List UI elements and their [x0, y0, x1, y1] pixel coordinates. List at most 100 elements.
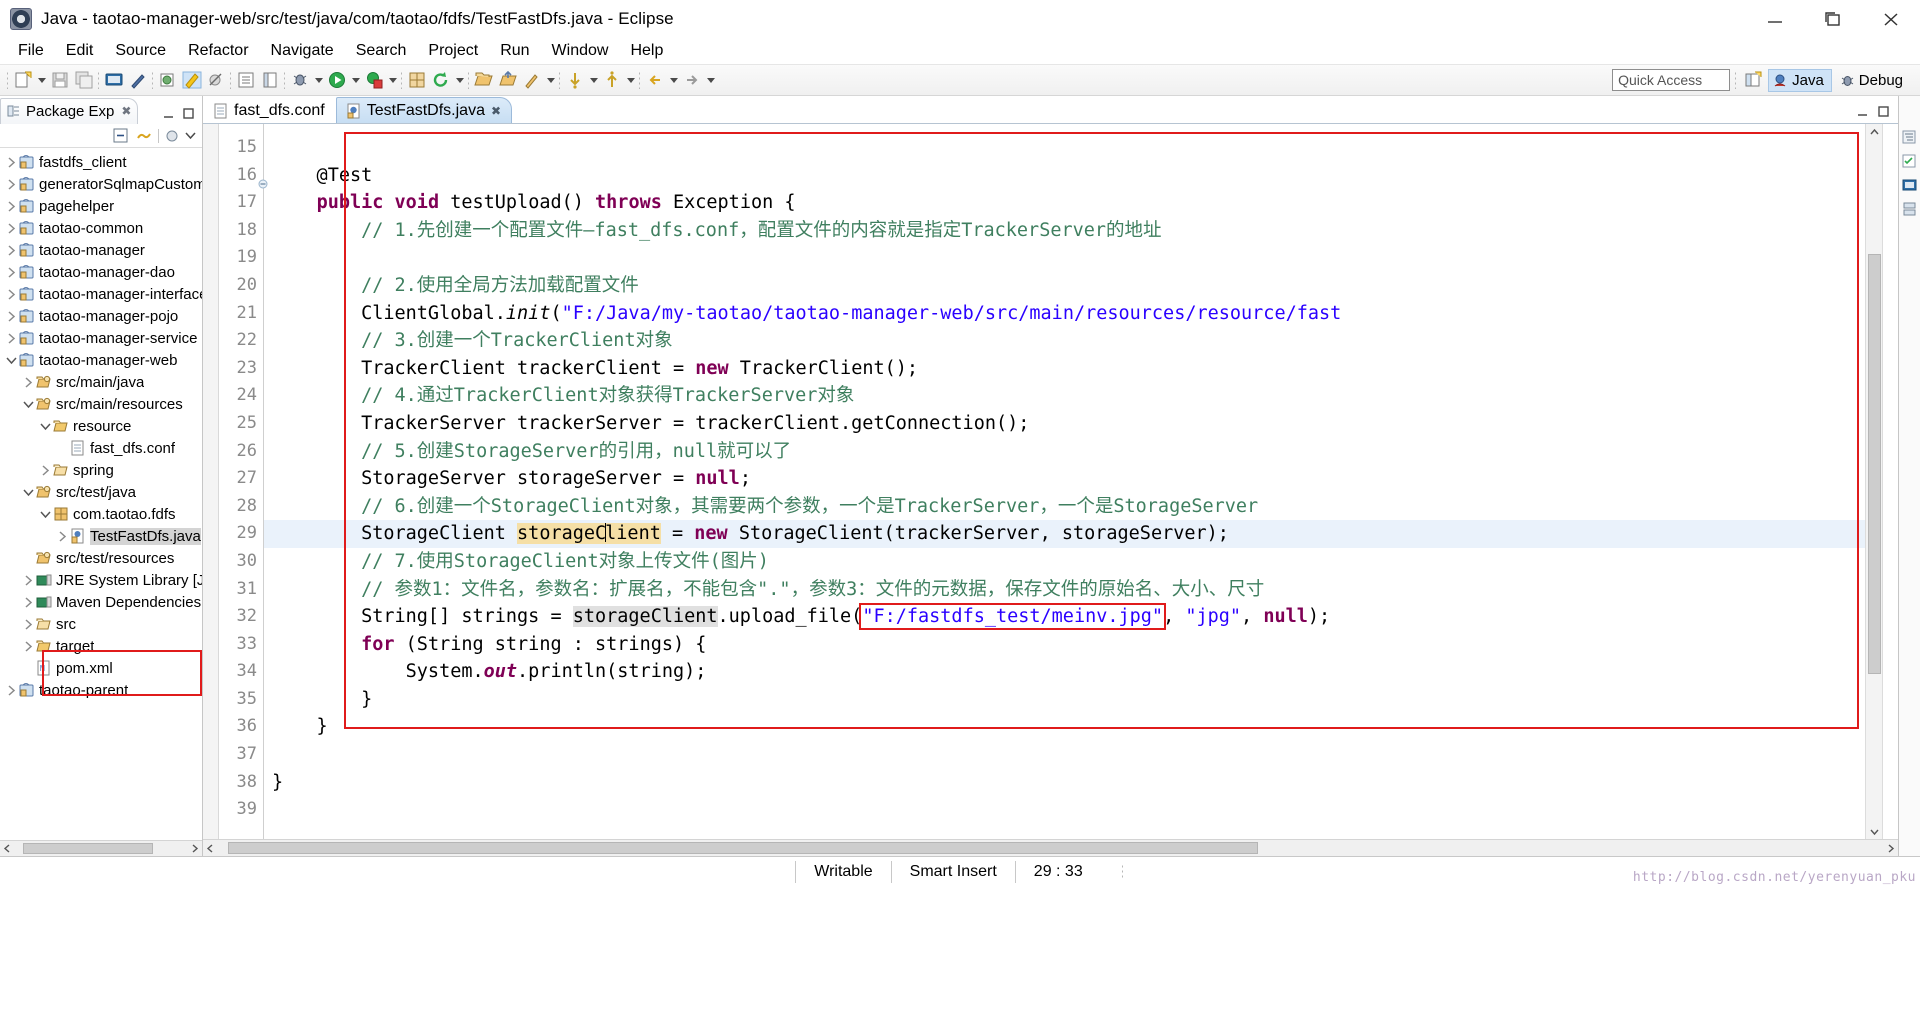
menu-refactor[interactable]: Refactor [178, 40, 258, 62]
code-line[interactable]: // 1.先创建一个配置文件—fast_dfs.conf，配置文件的内容就是指定… [264, 217, 1865, 245]
project-tree[interactable]: fastdfs_client generatorSqlmapCustom pageh… [0, 148, 202, 840]
status-drag-handle[interactable] [1120, 863, 1125, 880]
export-icon[interactable] [497, 69, 519, 91]
code-line[interactable] [264, 244, 1865, 272]
link-with-editor-icon[interactable] [135, 127, 152, 144]
editor-tab-fast-dfs-conf[interactable]: fast_dfs.conf [203, 97, 336, 123]
chevron-right-icon[interactable] [38, 464, 52, 476]
chevron-right-icon[interactable] [4, 156, 18, 168]
new-java-class-icon[interactable] [406, 69, 428, 91]
tree-item-jre-system-library-javase-1-7[interactable]: JRE System Library [JavaSE-1.7] [0, 569, 202, 591]
editor-scroll-track[interactable] [218, 841, 1883, 855]
tree-item-generatorsqlmapcustom[interactable]: generatorSqlmapCustom [0, 173, 202, 195]
tree-item-target[interactable]: target [0, 635, 202, 657]
coverage-icon[interactable] [363, 69, 385, 91]
new-wizard-dropdown-icon[interactable] [36, 70, 47, 90]
tree-item-taotao-parent[interactable]: taotao-parent [0, 679, 202, 701]
code-line[interactable]: StorageServer storageServer = null; [264, 465, 1865, 493]
source-code[interactable]: @Test public void testUpload() throws Ex… [264, 124, 1865, 839]
task-list-icon[interactable] [1902, 154, 1917, 169]
collapse-all-icon[interactable] [112, 127, 129, 144]
debug-icon[interactable] [289, 69, 311, 91]
code-line[interactable]: for (String string : strings) { [264, 631, 1865, 659]
code-line[interactable]: TrackerServer trackerServer = trackerCli… [264, 410, 1865, 438]
chevron-right-icon[interactable] [21, 574, 35, 586]
menu-window[interactable]: Window [542, 40, 619, 62]
chevron-down-icon[interactable] [185, 130, 196, 141]
import-icon[interactable] [473, 69, 495, 91]
code-line[interactable] [264, 134, 1865, 162]
tree-item-com-taotao-fdfs[interactable]: com.taotao.fdfs [0, 503, 202, 525]
tree-item-taotao-manager-pojo[interactable]: taotao-manager-pojo [0, 305, 202, 327]
chevron-right-icon[interactable] [21, 640, 35, 652]
code-line[interactable]: } [264, 769, 1865, 797]
next-annotation-dropdown-icon[interactable] [588, 70, 599, 90]
tree-item-taotao-manager-web[interactable]: taotao-manager-web [0, 349, 202, 371]
code-line[interactable]: @Test [264, 162, 1865, 190]
sidebar-scroll-track[interactable] [15, 842, 187, 855]
menu-edit[interactable]: Edit [56, 40, 104, 62]
tree-item-fast-dfs-conf[interactable]: fast_dfs.conf [0, 437, 202, 459]
tree-item-pagehelper[interactable]: pagehelper [0, 195, 202, 217]
tree-item-src[interactable]: src [0, 613, 202, 635]
overview-ruler[interactable] [1882, 124, 1898, 839]
annotation-ruler[interactable] [203, 124, 219, 839]
open-perspective-icon[interactable] [1742, 69, 1764, 91]
menu-file[interactable]: File [8, 40, 54, 62]
tree-item-src-main-java[interactable]: src/main/java [0, 371, 202, 393]
coverage-dropdown-icon[interactable] [387, 70, 398, 90]
chevron-right-icon[interactable] [21, 618, 35, 630]
chevron-down-icon[interactable] [21, 400, 35, 409]
skip-breakpoints-icon[interactable] [205, 69, 227, 91]
tree-item-taotao-manager-service[interactable]: taotao-manager-service [0, 327, 202, 349]
minimize-button[interactable] [1746, 1, 1804, 37]
forward-icon[interactable] [681, 69, 703, 91]
code-line[interactable]: // 5.创建StorageServer的引用，null就可以了 [264, 438, 1865, 466]
sidebar-hscrollbar[interactable] [0, 840, 202, 856]
scroll-right-icon[interactable] [187, 841, 202, 856]
chevron-right-icon[interactable] [55, 530, 69, 542]
menu-project[interactable]: Project [418, 40, 488, 62]
code-line[interactable]: StorageClient storageClient = new Storag… [264, 520, 1865, 548]
tree-item-fastdfs-client[interactable]: fastdfs_client [0, 151, 202, 173]
editor-vscroll-thumb[interactable] [1868, 254, 1881, 674]
prev-annotation-dropdown-icon[interactable] [625, 70, 636, 90]
editor-hscroll-thumb[interactable] [228, 842, 1258, 854]
close-icon[interactable]: ✖ [121, 104, 131, 118]
tree-item-taotao-common[interactable]: taotao-common [0, 217, 202, 239]
quick-access-input[interactable]: Quick Access [1612, 69, 1731, 91]
chevron-right-icon[interactable] [21, 376, 35, 388]
code-line[interactable]: // 2.使用全局方法加载配置文件 [264, 272, 1865, 300]
tree-item-src-test-java[interactable]: src/test/java [0, 481, 202, 503]
tree-item-taotao-manager[interactable]: taotao-manager [0, 239, 202, 261]
quick-fix-icon[interactable] [127, 69, 149, 91]
chevron-right-icon[interactable] [4, 288, 18, 300]
sidebar-scroll-thumb[interactable] [23, 843, 153, 854]
console-view-icon[interactable] [1902, 178, 1917, 193]
scroll-left-icon[interactable] [0, 841, 15, 856]
menu-search[interactable]: Search [346, 40, 417, 62]
perspective-drag-handle[interactable] [1734, 71, 1739, 89]
back-icon[interactable] [644, 69, 666, 91]
open-task-icon[interactable] [259, 69, 281, 91]
maximize-icon[interactable] [182, 107, 195, 120]
open-type-icon[interactable] [235, 69, 257, 91]
code-line[interactable] [264, 796, 1865, 824]
maximize-icon[interactable] [1877, 105, 1890, 118]
chevron-right-icon[interactable] [4, 684, 18, 696]
menu-run[interactable]: Run [490, 40, 539, 62]
editor-hscrollbar[interactable] [203, 839, 1898, 856]
tree-item-resource[interactable]: resource [0, 415, 202, 437]
tree-item-maven-dependencies[interactable]: Maven Dependencies [0, 591, 202, 613]
run-dropdown-icon[interactable] [350, 70, 361, 90]
view-menu-icon[interactable] [165, 129, 179, 143]
code-line[interactable]: } [264, 713, 1865, 741]
scroll-up-icon[interactable] [1866, 124, 1882, 140]
chevron-right-icon[interactable] [4, 222, 18, 234]
tree-item-taotao-manager-dao[interactable]: taotao-manager-dao [0, 261, 202, 283]
code-line[interactable]: // 6.创建一个StorageClient对象，其需要两个参数，一个是Trac… [264, 493, 1865, 521]
search-pencil-icon[interactable] [521, 69, 543, 91]
maximize-button[interactable] [1804, 1, 1862, 37]
chevron-right-icon[interactable] [4, 266, 18, 278]
run-icon[interactable] [326, 69, 348, 91]
